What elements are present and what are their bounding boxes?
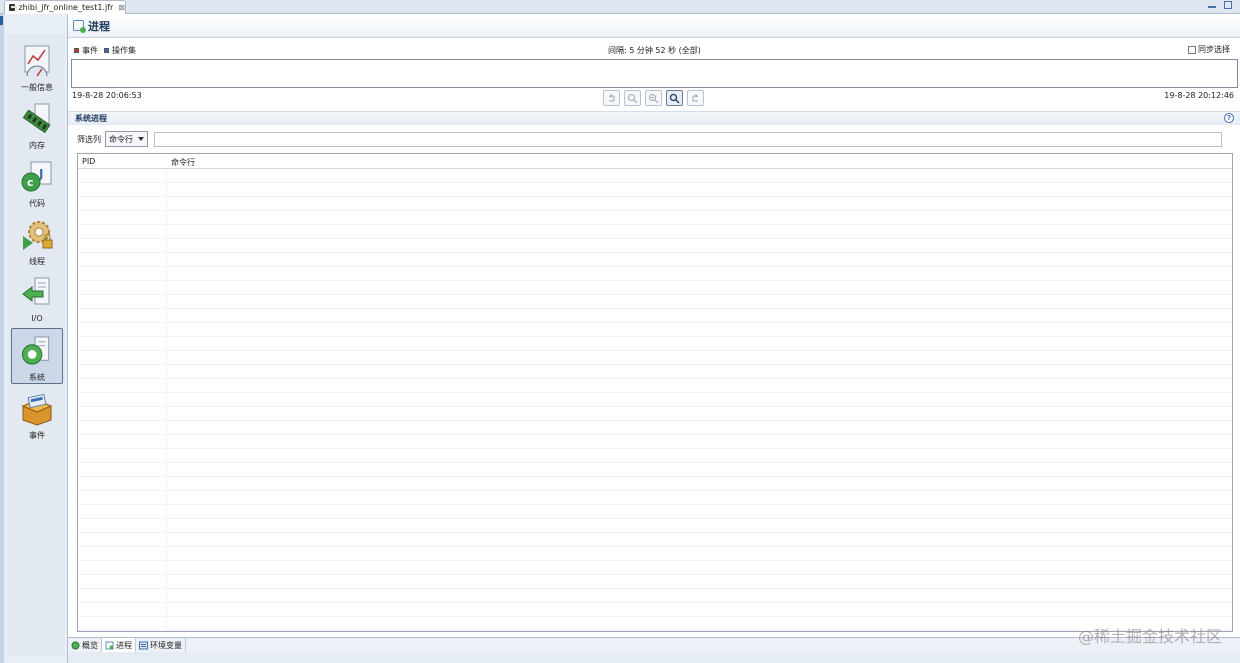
tab-label: 进程 [116,641,132,650]
category-general-info[interactable]: 一般信息 [11,38,63,94]
page-tab-bar: 概览 进程 环境变量 [68,637,1240,653]
opset-swatch [104,48,109,53]
zoom-forward-button[interactable] [687,90,704,106]
tab-process[interactable]: 进程 [102,638,136,653]
zoom-out-icon [649,93,659,103]
timeline-end-time: 19-8-28 20:12:46 [1164,91,1234,100]
jfr-file-icon [9,4,18,11]
category-io[interactable]: I/O [11,270,63,326]
process-icon [105,641,114,650]
zoom-in-button[interactable] [624,90,641,106]
watermark: @稀土掘金技术社区 [1077,627,1222,646]
zoom-out-button[interactable] [645,90,662,106]
back-arrow-icon [608,93,615,101]
category-label: 系统 [29,373,45,382]
env-vars-icon [139,641,148,650]
system-icon [21,336,50,365]
help-icon[interactable]: ? [1224,113,1234,123]
tab-label: 概览 [82,641,98,650]
timeline-legend: 事件 操作集 [74,45,136,56]
column-header-command-line[interactable]: 命令行 [171,157,195,168]
section-header: 系统进程 ? [68,111,1240,125]
category-system[interactable]: 系统 [11,328,63,384]
category-label: 内存 [29,141,45,150]
zoom-in-icon [628,93,638,103]
editor-tab-title: zhibi_jfr_online_test1.jfr [18,3,114,12]
filter-column-select[interactable]: 命令行 [105,131,148,147]
window-controls [1208,1,1232,9]
category-code[interactable]: J c 代码 [11,154,63,210]
page-title: 进程 [88,19,110,33]
filter-column-label: 筛选列 [77,134,101,144]
overview-icon [71,641,80,650]
code-icon: J c [21,161,52,192]
editor-tab-strip: zhibi_jfr_online_test1.jfr ⊠ [0,0,1240,14]
svg-text:c: c [27,176,34,189]
close-tab-icon[interactable]: ⊠ [118,3,125,12]
gauge-chart-icon [24,45,50,77]
category-memory[interactable]: 内存 [11,96,63,152]
timeline-zoom-toolbar [603,90,704,106]
zoom-fit-icon [669,93,680,103]
tab-label: 环境变量 [150,641,182,650]
zoom-to-fit-button[interactable] [666,90,683,106]
timeline-start-time: 19-8-28 20:06:53 [72,91,142,100]
trim-marker [0,16,3,25]
threads-gear-icon [23,221,53,250]
category-label: 事件 [29,431,45,440]
tab-overview[interactable]: 概览 [68,638,102,653]
status-strip [68,652,1240,663]
category-label: I/O [31,314,43,323]
column-divider [166,169,167,631]
timeline-range-slider[interactable] [71,59,1238,88]
legend-events-label: 事件 [82,46,98,55]
memory-chip-icon [22,103,51,134]
sync-selection-checkbox[interactable]: 同步选择 [1188,44,1230,55]
zoom-back-button[interactable] [603,90,620,106]
section-title: 系统进程 [75,114,107,123]
events-swatch [74,48,79,53]
column-header-pid[interactable]: PID [82,157,95,166]
editor-pane: 进程 事件 操作集 间隔: 5 分钟 52 秒 (全部) 同步选择 19-8-2… [67,14,1240,663]
sync-selection-label: 同步选择 [1198,45,1230,54]
io-arrow-icon [22,277,50,305]
left-trim [0,14,4,663]
filter-row: 筛选列 命令行 [77,131,148,147]
tab-env-vars[interactable]: 环境变量 [136,638,186,653]
events-box-icon [21,393,53,426]
editor-tab-jfr-file[interactable]: zhibi_jfr_online_test1.jfr ⊠ [4,0,126,14]
category-label: 代码 [29,199,45,208]
interval-label: 间隔: 5 分钟 52 秒 (全部) [608,46,701,55]
category-label: 线程 [29,257,45,266]
process-table: PID 命令行 [77,153,1233,632]
page-header: 进程 [68,14,1240,38]
maximize-icon[interactable] [1224,1,1232,9]
chevron-down-icon [138,137,144,141]
filter-input[interactable] [154,132,1222,147]
category-sidebar: 一般信息 内存 J c 代码 线程 I/O 系统 事件 [8,34,65,656]
process-page-icon [73,20,86,33]
minimize-icon[interactable] [1208,6,1216,8]
table-body[interactable] [78,169,1232,631]
category-label: 一般信息 [21,83,53,92]
legend-opset-label: 操作集 [112,46,136,55]
forward-arrow-icon [692,93,699,101]
filter-column-value: 命令行 [109,134,133,144]
category-events[interactable]: 事件 [11,386,63,442]
table-header: PID 命令行 [78,154,1232,169]
checkbox-box[interactable] [1188,45,1196,54]
category-threads[interactable]: 线程 [11,212,63,268]
